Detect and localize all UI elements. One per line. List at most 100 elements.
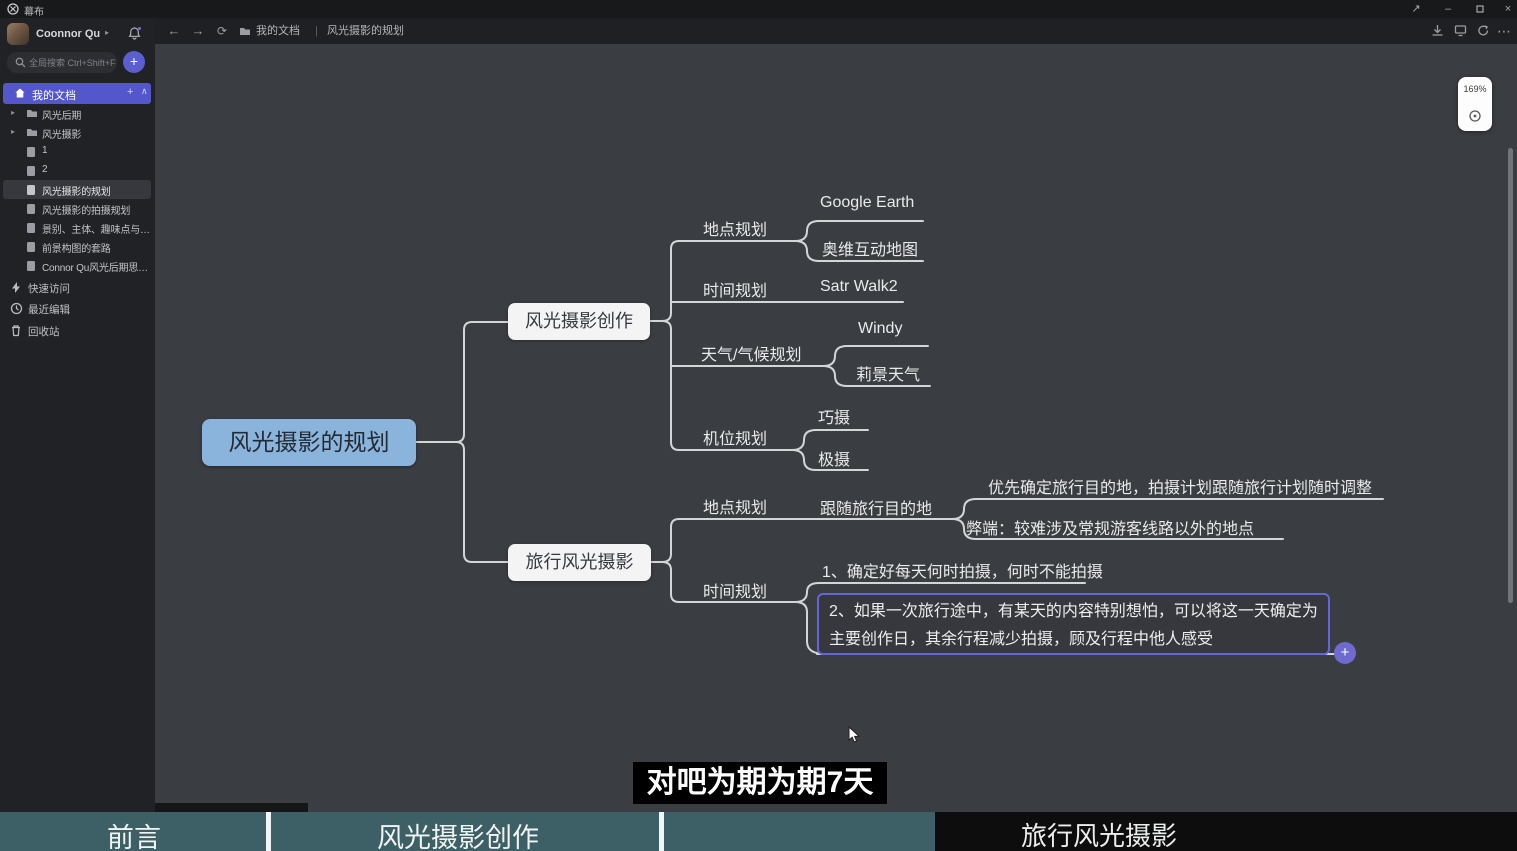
mindmap-root-node[interactable]: 风光摄影的规划 — [202, 419, 416, 466]
expand-caret-icon[interactable]: ▸ — [11, 127, 15, 136]
doc-tree-label: 风光后期 — [42, 107, 81, 122]
present-icon[interactable] — [1454, 24, 1467, 37]
doc-tree-label: 1 — [42, 145, 47, 156]
sidebar-doc-row[interactable]: 1 — [3, 142, 151, 161]
share-icon[interactable] — [1477, 24, 1490, 37]
document-icon — [26, 203, 36, 215]
clock-icon — [10, 302, 23, 315]
maximize-icon[interactable] — [1469, 0, 1491, 18]
back-icon[interactable]: ← — [165, 18, 183, 44]
collapse-my-docs-icon[interactable]: ∧ — [141, 86, 148, 97]
document-icon — [26, 146, 36, 158]
pin-window-icon[interactable]: ↗ — [1405, 0, 1427, 18]
sidebar-doc-row[interactable]: 2 — [3, 161, 151, 180]
mindmap-node[interactable]: 时间规划 — [703, 578, 767, 602]
doc-tree-label: 风光摄影的拍摄规划 — [42, 202, 130, 217]
folder-icon — [239, 26, 251, 36]
mindmap-node[interactable]: Windy — [858, 320, 902, 338]
mindmap-node[interactable]: 机位规划 — [703, 425, 767, 449]
document-icon — [26, 241, 36, 253]
window-titlebar: 幕布 ↗ – × — [0, 0, 1517, 18]
video-subtitle: 对吧为期为期7天 — [633, 762, 887, 804]
mindmap-node[interactable]: Google Earth — [820, 194, 914, 212]
app-logo-icon — [7, 3, 19, 15]
folder-icon — [26, 127, 38, 137]
sidebar-doc-row[interactable]: 风光摄影的拍摄规划 — [3, 199, 151, 218]
breadcrumb-separator: | — [315, 18, 318, 44]
add-child-node-button[interactable]: + — [1334, 642, 1356, 664]
mindmap-node[interactable]: 优先确定旅行目的地，拍摄计划跟随旅行计划随时调整 — [988, 474, 1372, 498]
document-icon — [26, 184, 36, 196]
document-toolbar: ← → ⟳ 我的文档 | 风光摄影的规划 大纲笔记 ⋯ — [155, 18, 1517, 44]
zoom-panel[interactable]: 169% — [1458, 77, 1492, 131]
search-icon — [15, 57, 26, 68]
zoom-level: 169% — [1458, 84, 1492, 94]
search-placeholder: 全局搜索 Ctrl+Shift+F — [29, 56, 116, 69]
forward-icon[interactable]: → — [189, 18, 207, 44]
mindmap-node[interactable]: 跟随旅行目的地 — [820, 495, 932, 519]
mindmap-node[interactable]: 时间规划 — [703, 277, 767, 301]
add-in-my-docs-icon[interactable]: + — [127, 86, 133, 98]
mindmap-node[interactable]: Satr Walk2 — [820, 278, 898, 296]
home-icon — [14, 87, 26, 99]
document-icon — [26, 260, 36, 272]
mindmap-node[interactable]: 莉景天气 — [856, 361, 920, 385]
sidebar-item-recent[interactable]: 最近编辑 — [0, 299, 155, 319]
mouse-cursor — [848, 726, 862, 744]
doc-tree-label: Connor Qu风光后期思维导图 — [42, 259, 154, 274]
breadcrumb-document[interactable]: 风光摄影的规划 — [327, 18, 404, 44]
notifications-bell-icon[interactable] — [127, 26, 142, 41]
chapter-bar: 前言 风光摄影创作 旅行风光摄影 — [0, 812, 1517, 851]
recent-edits-label: 最近编辑 — [28, 302, 70, 317]
quick-access-label: 快速访问 — [28, 281, 70, 296]
download-icon[interactable] — [1431, 24, 1444, 37]
chapter-divider — [266, 812, 271, 851]
user-name[interactable]: Coonnor Qu — [36, 28, 100, 40]
minimize-icon[interactable]: – — [1437, 0, 1459, 18]
mindmap-node-selected[interactable]: 2、如果一次旅行途中，有某天的内容特别想怕，可以将这一天确定为主要创作日，其余行… — [817, 593, 1330, 655]
refresh-icon[interactable]: ⟳ — [213, 18, 231, 44]
doc-tree-label: 2 — [42, 164, 47, 175]
my-docs-label: 我的文档 — [32, 87, 76, 103]
doc-tree-label: 景别、主体、趣味点与前景… — [42, 221, 154, 236]
mindmap-node[interactable]: 巧摄 — [818, 404, 850, 428]
sidebar-item-my-docs[interactable]: 我的文档 + ∧ — [3, 83, 151, 104]
close-icon[interactable]: × — [1497, 0, 1517, 18]
sidebar-folder-row[interactable]: ▸ 风光摄影 — [3, 123, 151, 142]
chapter-label: 前言 — [107, 816, 161, 851]
lightning-icon — [10, 281, 22, 294]
document-icon — [26, 222, 36, 234]
new-document-button[interactable]: + — [123, 51, 145, 73]
sidebar-item-quick-access[interactable]: 快速访问 — [0, 278, 155, 298]
app-title: 幕布 — [24, 3, 44, 18]
vertical-scrollbar[interactable] — [1508, 148, 1513, 603]
mindmap-node[interactable]: 弊端：较难涉及常规游客线路以外的地点 — [966, 515, 1254, 539]
chapter-label: 旅行风光摄影 — [1021, 816, 1177, 851]
sidebar-folder-row[interactable]: ▸ 风光后期 — [3, 104, 151, 123]
global-search-input[interactable]: 全局搜索 Ctrl+Shift+F — [7, 52, 117, 73]
sidebar-doc-row[interactable]: 景别、主体、趣味点与前景… — [3, 218, 151, 237]
user-menu-caret-icon[interactable]: ▸ — [105, 28, 109, 37]
mindmap-node[interactable]: 奥维互动地图 — [822, 236, 918, 260]
document-icon — [26, 165, 36, 177]
doc-tree-label: 风光摄影 — [42, 126, 81, 141]
mindmap-node[interactable]: 天气/气候规划 — [701, 341, 801, 365]
chapter-label: 风光摄影创作 — [377, 816, 539, 851]
mindmap-node[interactable]: 1、确定好每天何时拍摄，何时不能拍摄 — [822, 558, 1103, 582]
breadcrumb-root[interactable]: 我的文档 — [256, 18, 300, 44]
sidebar: Coonnor Qu ▸ 全局搜索 Ctrl+Shift+F + 我的文档 + … — [0, 18, 155, 812]
mindmap-node[interactable]: 地点规划 — [703, 494, 767, 518]
sidebar-doc-row[interactable]: 前景构图的套路 — [3, 237, 151, 256]
mindmap-node[interactable]: 极摄 — [818, 446, 850, 470]
sidebar-doc-row[interactable]: Connor Qu风光后期思维导图 — [3, 256, 151, 275]
mindmap-node-creation[interactable]: 风光摄影创作 — [508, 303, 650, 340]
locate-center-icon[interactable] — [1468, 109, 1482, 123]
sidebar-item-trash[interactable]: 回收站 — [0, 321, 155, 341]
mindmap-node-travel[interactable]: 旅行风光摄影 — [508, 544, 651, 581]
mindmap-node[interactable]: 地点规划 — [703, 216, 767, 240]
chapter-divider — [659, 812, 664, 851]
avatar[interactable] — [7, 23, 29, 45]
more-icon[interactable]: ⋯ — [1495, 18, 1513, 44]
sidebar-doc-row-selected[interactable]: 风光摄影的规划 — [3, 180, 151, 199]
expand-caret-icon[interactable]: ▸ — [11, 108, 15, 117]
